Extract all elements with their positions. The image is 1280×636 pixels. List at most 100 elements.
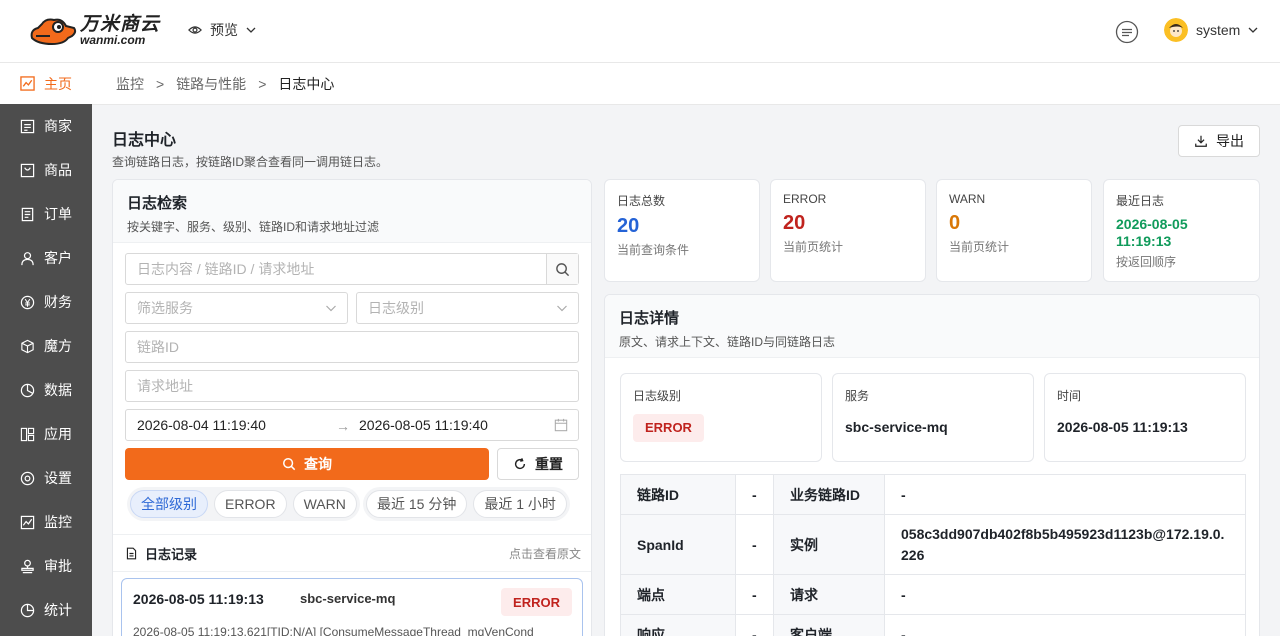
avatar	[1164, 18, 1188, 42]
sidebar-item-label: 魔方	[44, 338, 72, 354]
sidebar-item-stats[interactable]: 统计	[0, 588, 92, 632]
sidebar-item-order[interactable]: 订单	[0, 192, 92, 236]
stat-sub: 当前页统计	[783, 240, 844, 254]
stat-sub: 当前页统计	[949, 240, 1010, 254]
table-value: -	[884, 574, 1246, 615]
chip-all-levels[interactable]: 全部级别	[130, 490, 208, 518]
search-icon	[556, 262, 570, 276]
reset-label: 重置	[535, 456, 563, 472]
table-key: 客户端	[773, 614, 885, 636]
breadcrumb-separator: >	[258, 75, 267, 92]
table-value: -	[735, 574, 774, 615]
reset-button[interactable]: 重置	[497, 448, 579, 480]
service-select[interactable]: 筛选服务	[125, 292, 348, 324]
table-row: SpanId - 实例 058c3dd907db402f8b5b495923d1…	[620, 514, 1246, 575]
table-key: 链路ID	[620, 474, 736, 515]
query-button[interactable]: 查询	[125, 448, 489, 480]
info-label: 日志级别	[633, 389, 682, 403]
info-value: sbc-service-mq	[845, 419, 948, 435]
sidebar-item-settings[interactable]: 设置	[0, 456, 92, 500]
sidebar-item-monitor[interactable]: 监控	[0, 500, 92, 544]
cube-icon	[21, 339, 34, 353]
table-key: 响应	[620, 614, 736, 636]
settings-icon	[20, 471, 35, 485]
stat-label: ERROR	[783, 192, 827, 206]
sidebar-item-data[interactable]: 数据	[0, 368, 92, 412]
records-title: 日志记录	[125, 544, 197, 563]
search-button[interactable]	[546, 254, 578, 284]
chevron-down-icon	[1248, 27, 1258, 33]
breadcrumb-item[interactable]: 链路与性能	[176, 74, 246, 94]
export-label: 导出	[1216, 133, 1244, 149]
sidebar-item-label: 应用	[44, 426, 72, 442]
keyword-search-input[interactable]: 日志内容 / 链路ID / 请求地址	[125, 253, 579, 285]
stat-value-time: 11:19:13	[1116, 233, 1172, 249]
level-select[interactable]: 日志级别	[356, 292, 579, 324]
sidebar-item-approval[interactable]: 审批	[0, 544, 92, 588]
record-text: 2026-08-05 11:19:13.621[TID:N/A] [Consum…	[133, 625, 534, 636]
store-icon	[20, 119, 35, 133]
breadcrumb: 监控 > 链路与性能 > 日志中心	[92, 63, 1280, 105]
level-placeholder: 日志级别	[368, 300, 424, 316]
message-icon[interactable]	[1115, 20, 1139, 44]
logo[interactable]: 万米商云 wanmi.com	[28, 14, 160, 46]
stat-card-error: ERROR 20 当前页统计	[770, 179, 926, 282]
range-end[interactable]: 2026-08-05 11:19:40	[359, 417, 488, 433]
chip-last-15-min[interactable]: 最近 15 分钟	[366, 490, 468, 518]
detail-table: 链路ID - 业务链路ID - SpanId - 实例 058c3dd907db…	[620, 474, 1246, 636]
sidebar-item-label: 主页	[44, 75, 72, 92]
log-record-card[interactable]: 2026-08-05 11:19:13 sbc-service-mq ERROR…	[121, 578, 583, 636]
breadcrumb-item[interactable]: 监控	[116, 74, 144, 94]
service-info-box: 服务 sbc-service-mq	[832, 373, 1034, 462]
table-value: -	[884, 474, 1246, 515]
eye-icon	[188, 26, 202, 34]
breadcrumb-separator: >	[156, 75, 165, 92]
sidebar-item-goods[interactable]: 商品	[0, 148, 92, 192]
sidebar-item-store[interactable]: 商家	[0, 104, 92, 148]
range-arrow: →	[336, 418, 350, 434]
sidebar-item-label: 监控	[44, 514, 72, 530]
query-label: 查询	[304, 456, 332, 472]
sidebar-item-apps[interactable]: 应用	[0, 412, 92, 456]
table-value: -	[735, 514, 774, 575]
chip-last-1-hour[interactable]: 最近 1 小时	[473, 490, 567, 518]
sidebar: 商家 商品 订单 客户 财务 魔方 数据 应用 设置 监控 审批 统计	[0, 104, 92, 636]
trace-id-input[interactable]: 链路ID	[125, 331, 579, 363]
stat-value: 2026-08-05 11:19:13	[1116, 216, 1247, 250]
date-range-picker[interactable]: 2026-08-04 11:19:40 → 2026-08-05 11:19:4…	[125, 409, 579, 441]
chip-warn[interactable]: WARN	[292, 490, 357, 518]
sidebar-item-home[interactable]: 主页	[0, 63, 92, 104]
table-key: 请求	[773, 574, 885, 615]
sidebar-item-finance[interactable]: 财务	[0, 280, 92, 324]
chevron-down-icon	[557, 305, 567, 312]
download-icon	[1195, 135, 1207, 147]
order-icon	[21, 207, 34, 221]
user-menu[interactable]: system	[1164, 18, 1258, 42]
top-bar: 万米商云 wanmi.com 预览 system	[0, 0, 1280, 63]
time-info-box: 时间 2026-08-05 11:19:13	[1044, 373, 1246, 462]
monitor-icon	[20, 515, 35, 529]
chart-line-icon	[20, 76, 35, 91]
info-label: 服务	[845, 389, 870, 403]
goods-icon	[20, 163, 35, 177]
detail-panel-subtitle: 原文、请求上下文、链路ID与同链路日志	[619, 335, 836, 349]
stat-value-date: 2026-08-05	[1116, 216, 1188, 232]
export-button[interactable]: 导出	[1178, 125, 1260, 157]
chevron-down-icon	[326, 305, 336, 312]
request-url-input[interactable]: 请求地址	[125, 370, 579, 402]
keyword-placeholder: 日志内容 / 链路ID / 请求地址	[137, 261, 315, 277]
records-hint: 点击查看原文	[508, 546, 581, 561]
finance-icon	[20, 295, 35, 309]
data-icon	[20, 383, 35, 397]
chip-error[interactable]: ERROR	[214, 490, 287, 518]
stat-label: 最近日志	[1116, 194, 1165, 208]
search-panel-header: 日志检索 按关键字、服务、级别、链路ID和请求地址过滤	[113, 180, 591, 243]
sidebar-item-label: 财务	[44, 294, 72, 310]
range-start[interactable]: 2026-08-04 11:19:40	[137, 417, 266, 433]
record-service: sbc-service-mq	[300, 591, 396, 606]
sidebar-item-cube[interactable]: 魔方	[0, 324, 92, 368]
stat-value: 0	[949, 212, 961, 234]
stat-card-warn: WARN 0 当前页统计	[936, 179, 1092, 282]
preview-dropdown[interactable]: 预览	[188, 20, 264, 40]
sidebar-item-customer[interactable]: 客户	[0, 236, 92, 280]
